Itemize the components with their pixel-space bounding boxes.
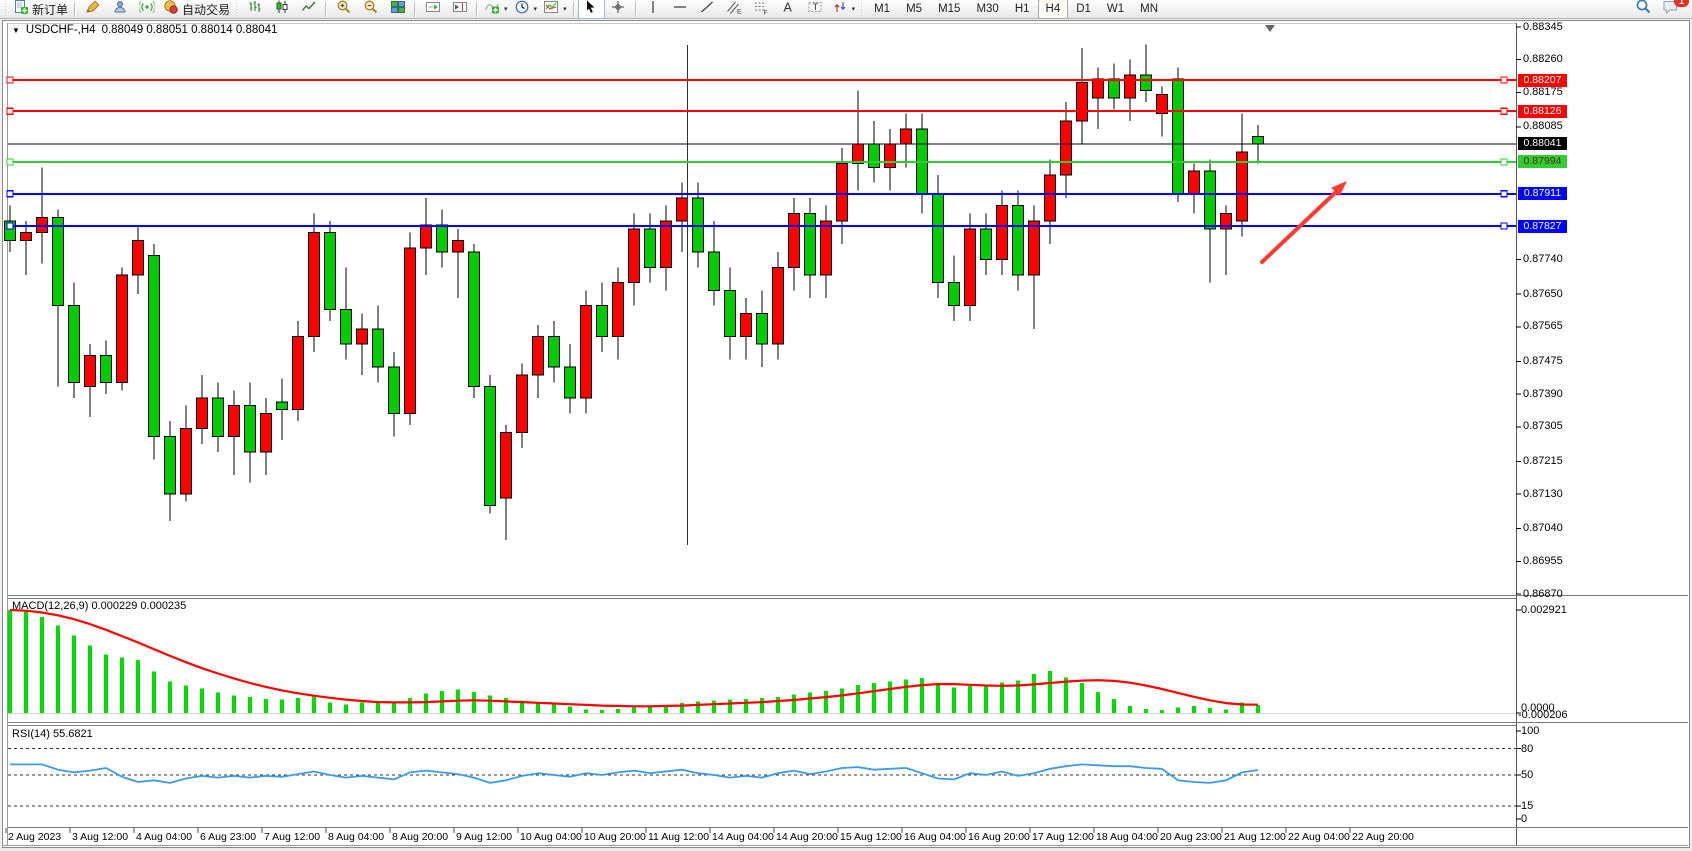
toolbar-separator bbox=[573, 2, 575, 17]
toolbar: 新订单 自动交易 ▾ ▾ ▾ E F A T ▾ bbox=[0, 0, 1692, 19]
zoom-out-button[interactable] bbox=[357, 0, 384, 19]
toolbar-separator bbox=[325, 2, 327, 17]
timeframe-d1[interactable]: D1 bbox=[1068, 0, 1099, 19]
line-chart-button[interactable] bbox=[295, 0, 322, 19]
signal-button[interactable] bbox=[133, 0, 160, 19]
new-order-label: 新订单 bbox=[32, 1, 68, 18]
horizontal-line-icon bbox=[672, 0, 688, 20]
timeframe-h4[interactable]: H4 bbox=[1038, 0, 1069, 19]
signal-icon bbox=[139, 0, 155, 20]
timeframe-m5[interactable]: M5 bbox=[898, 0, 930, 19]
tile-windows-button[interactable] bbox=[384, 0, 411, 19]
candlestick-chart-button[interactable] bbox=[268, 0, 295, 19]
autotrade-icon bbox=[163, 0, 179, 20]
vertical-line-icon bbox=[645, 0, 661, 20]
trendline-icon bbox=[699, 0, 715, 20]
toolbar-separator bbox=[414, 2, 416, 17]
text-label-button[interactable]: T bbox=[802, 0, 829, 19]
text-button[interactable]: A bbox=[775, 0, 802, 19]
text-label-icon: T bbox=[807, 0, 823, 20]
cursor-button[interactable] bbox=[578, 0, 605, 19]
dropdown-caret-icon: ▾ bbox=[563, 5, 567, 13]
equidistant-channel-button[interactable]: E bbox=[721, 0, 748, 19]
timeframe-m15[interactable]: M15 bbox=[930, 0, 968, 19]
autotrade-button[interactable]: 自动交易 bbox=[160, 0, 233, 19]
dropdown-caret-icon: ▾ bbox=[534, 5, 538, 13]
indicators-icon bbox=[484, 0, 500, 20]
toolbar-grip bbox=[235, 3, 239, 16]
person-icon bbox=[112, 0, 128, 20]
chart-title-ohlc: 0.88049 0.88051 0.88014 0.88041 bbox=[102, 24, 278, 36]
svg-text:T: T bbox=[813, 2, 819, 13]
zoom-in-icon bbox=[336, 0, 352, 20]
search-button[interactable] bbox=[1630, 0, 1657, 19]
rsi-label: RSI(14) 55.6821 bbox=[12, 728, 93, 740]
crosshair-button[interactable] bbox=[605, 0, 632, 19]
toolbar-grip bbox=[4, 3, 8, 16]
bar-chart-icon bbox=[247, 0, 263, 20]
toolbar-grip bbox=[860, 3, 864, 16]
text-icon: A bbox=[780, 0, 796, 20]
svg-text:A: A bbox=[784, 0, 793, 14]
dropdown-caret-icon: ▾ bbox=[852, 5, 856, 13]
community-button[interactable] bbox=[106, 0, 133, 19]
zoom-out-icon bbox=[363, 0, 379, 20]
chart-shift-button[interactable] bbox=[446, 0, 473, 19]
svg-text:E: E bbox=[737, 8, 742, 15]
timeframe-group: M1M5M15M30H1H4D1W1MN bbox=[866, 0, 1166, 19]
indicators-button[interactable]: ▾ bbox=[481, 0, 511, 19]
arrows-icon bbox=[832, 0, 848, 20]
dropdown-caret-icon: ▾ bbox=[504, 5, 508, 13]
clock-icon bbox=[514, 0, 530, 20]
timeframe-mn[interactable]: MN bbox=[1132, 0, 1166, 19]
vertical-line-button[interactable] bbox=[640, 0, 667, 19]
chart-title: ▼ USDCHF-,H4 0.88049 0.88051 0.88014 0.8… bbox=[12, 24, 277, 36]
toolbar-separator bbox=[74, 2, 76, 17]
crosshair-icon bbox=[610, 0, 626, 20]
cursor-icon bbox=[583, 0, 599, 20]
auto-scroll-icon bbox=[425, 0, 441, 20]
macd-label: MACD(12,26,9) 0.000229 0.000235 bbox=[12, 600, 186, 612]
toolbar-separator bbox=[635, 2, 637, 17]
candlestick-chart-icon bbox=[274, 0, 290, 20]
fibonacci-button[interactable]: F bbox=[748, 0, 775, 19]
fibonacci-icon: F bbox=[753, 0, 769, 20]
new-order-icon bbox=[13, 0, 29, 20]
chart-shift-icon bbox=[452, 0, 468, 20]
arrows-menu-button[interactable]: ▾ bbox=[829, 0, 859, 19]
crayon-button[interactable] bbox=[79, 0, 106, 19]
chart-window[interactable] bbox=[2, 20, 1690, 848]
toolbar-separator bbox=[476, 2, 478, 17]
svg-text:F: F bbox=[764, 9, 768, 15]
template-icon bbox=[543, 0, 559, 20]
bar-chart-button[interactable] bbox=[241, 0, 268, 19]
timeframe-w1[interactable]: W1 bbox=[1099, 0, 1132, 19]
tile-windows-icon bbox=[390, 0, 406, 20]
new-order-button[interactable]: 新订单 bbox=[10, 0, 71, 19]
timeframe-h1[interactable]: H1 bbox=[1007, 0, 1038, 19]
symbol-dropdown-icon[interactable]: ▼ bbox=[12, 26, 20, 35]
auto-scroll-button[interactable] bbox=[419, 0, 446, 19]
chart-title-symbol: USDCHF-,H4 bbox=[26, 24, 96, 36]
zoom-in-button[interactable] bbox=[330, 0, 357, 19]
trendline-button[interactable] bbox=[694, 0, 721, 19]
mt4-application: 新订单 自动交易 ▾ ▾ ▾ E F A T ▾ bbox=[0, 0, 1692, 851]
autotrade-label: 自动交易 bbox=[182, 1, 230, 18]
chat-badge: 1 bbox=[1674, 0, 1689, 7]
periods-button[interactable]: ▾ bbox=[511, 0, 541, 19]
timeframe-m1[interactable]: M1 bbox=[866, 0, 898, 19]
line-chart-icon bbox=[301, 0, 317, 20]
timeframe-m30[interactable]: M30 bbox=[968, 0, 1006, 19]
channel-icon: E bbox=[726, 0, 742, 20]
chat-button[interactable]: 1 bbox=[1657, 0, 1684, 19]
search-icon bbox=[1635, 0, 1652, 20]
templates-button[interactable]: ▾ bbox=[540, 0, 570, 19]
crayon-icon bbox=[85, 0, 101, 20]
horizontal-line-button[interactable] bbox=[667, 0, 694, 19]
